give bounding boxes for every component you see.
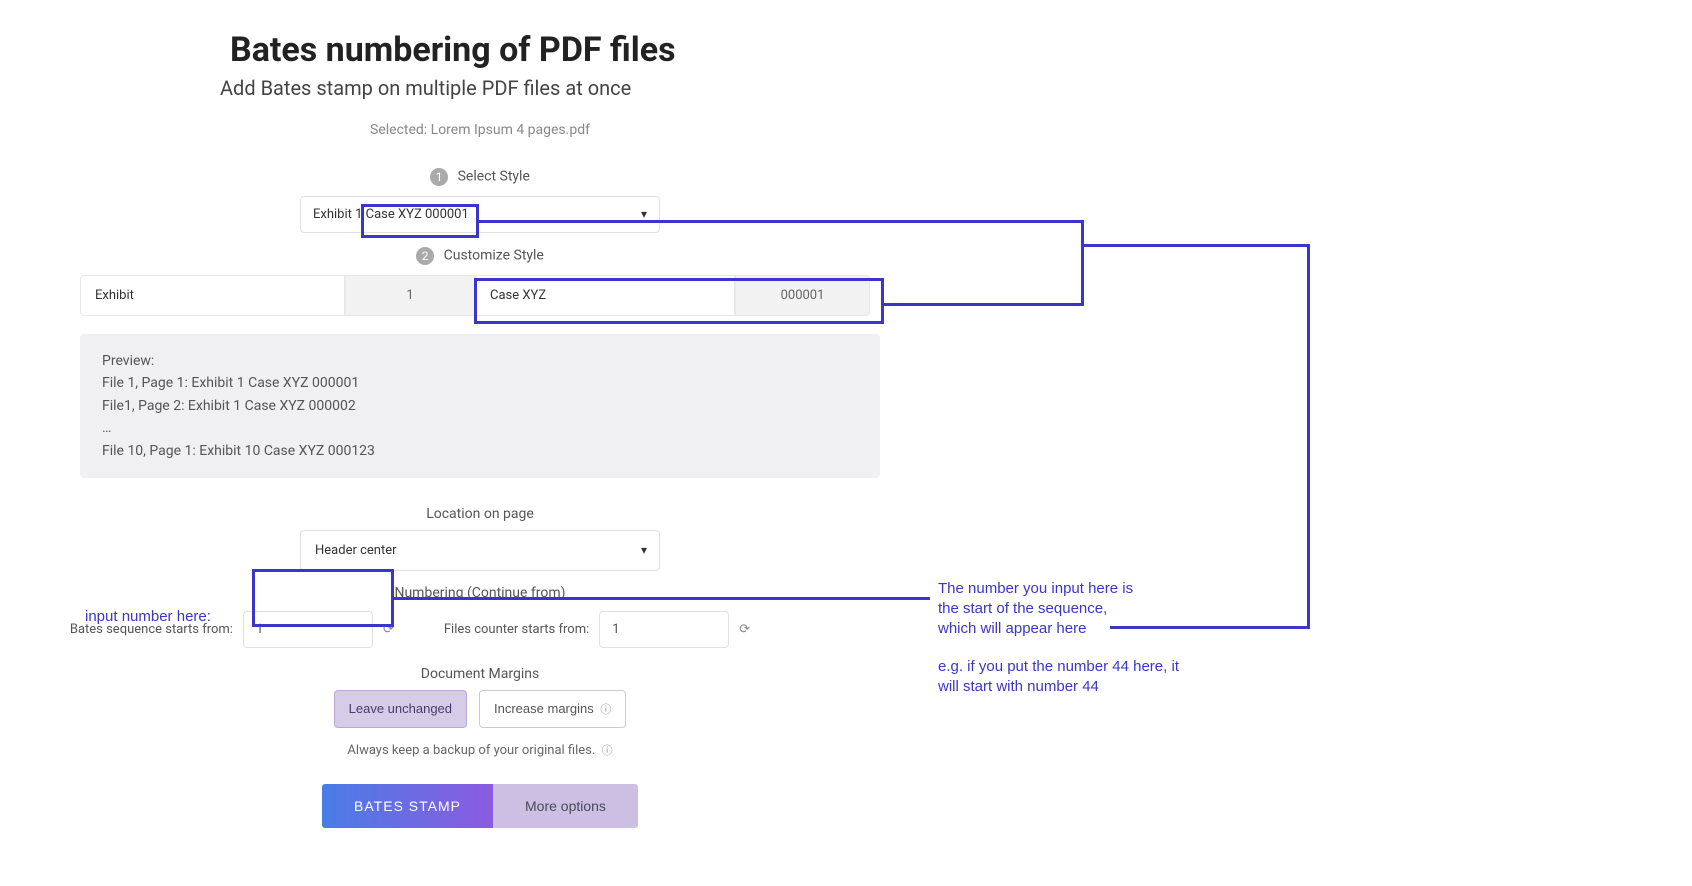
sequence-field: 000001	[735, 275, 870, 316]
style-select[interactable]: Exhibit 1 Case XYZ 000001	[300, 196, 660, 233]
style-select-value: Exhibit 1 Case XYZ 000001	[313, 207, 469, 222]
page-title: Bates numbering of PDF files	[230, 30, 880, 70]
preview-line-2: File1, Page 2: Exhibit 1 Case XYZ 000002	[102, 395, 858, 417]
location-select[interactable]: Header center	[300, 530, 660, 571]
annotation-eg-1: e.g. if you put the number 44 here, it	[938, 656, 1179, 677]
file-number-field: 1	[345, 275, 475, 316]
customize-row: Exhibit 1 Case XYZ 000001	[80, 275, 880, 316]
step-1-label: Select Style	[458, 169, 530, 185]
margins-label: Document Margins	[80, 666, 880, 682]
annotation-explain-1: The number you input here is	[938, 578, 1133, 599]
preview-line-1: File 1, Page 1: Exhibit 1 Case XYZ 00000…	[102, 372, 858, 394]
reset-files-icon[interactable]: ⟳	[739, 622, 750, 637]
files-counter-input[interactable]: 1	[599, 611, 729, 648]
preview-line-3: File 10, Page 1: Exhibit 10 Case XYZ 000…	[102, 440, 858, 462]
backup-text: Always keep a backup of your original fi…	[347, 743, 595, 758]
case-input[interactable]: Case XYZ	[475, 275, 735, 316]
step-2-label: Customize Style	[444, 248, 544, 264]
annotation-line	[394, 597, 930, 600]
step-2-header: 2 Customize Style	[80, 247, 880, 265]
page-subtitle: Add Bates stamp on multiple PDF files at…	[220, 76, 880, 100]
step-1-header: 1 Select Style	[80, 168, 880, 186]
annotation-explain-3: which will appear here	[938, 618, 1086, 639]
selected-prefix: Selected:	[370, 122, 431, 138]
location-label: Location on page	[80, 506, 880, 522]
location-value: Header center	[315, 543, 397, 558]
margins-row: Leave unchanged Increase margins ⓘ	[80, 690, 880, 728]
step-2-num: 2	[416, 247, 434, 265]
bates-seq-input[interactable]: 1	[243, 611, 373, 648]
leave-unchanged-button[interactable]: Leave unchanged	[334, 690, 467, 728]
annotation-explain-2: the start of the sequence,	[938, 598, 1107, 619]
help-icon[interactable]: ⓘ	[600, 701, 611, 717]
annotation-line	[1307, 244, 1310, 629]
help-icon[interactable]: ⓘ	[602, 742, 613, 758]
more-options-button[interactable]: More options	[493, 784, 638, 828]
preview-ellipsis: …	[102, 417, 858, 439]
reset-bates-icon[interactable]: ⟳	[383, 622, 394, 637]
backup-note: Always keep a backup of your original fi…	[80, 742, 880, 758]
selected-file-line: Selected: Lorem Ipsum 4 pages.pdf	[80, 122, 880, 138]
annotation-line	[479, 220, 1084, 223]
preview-box: Preview: File 1, Page 1: Exhibit 1 Case …	[80, 334, 880, 478]
files-counter-label: Files counter starts from:	[444, 622, 589, 637]
preview-label: Preview:	[102, 350, 858, 372]
annotation-line	[1110, 626, 1310, 629]
selected-file-name: Lorem Ipsum 4 pages.pdf	[431, 122, 590, 138]
bates-stamp-button[interactable]: BATES STAMP	[322, 784, 493, 828]
action-row: BATES STAMP More options	[80, 784, 880, 828]
annotation-line	[1081, 220, 1084, 306]
increase-margins-label: Increase margins	[494, 701, 594, 716]
prefix-input[interactable]: Exhibit	[80, 275, 345, 316]
annotation-input-label: input number here:	[85, 606, 211, 627]
annotation-line	[1084, 244, 1310, 247]
step-1-num: 1	[430, 168, 448, 186]
annotation-eg-2: will start with number 44	[938, 676, 1099, 697]
increase-margins-button[interactable]: Increase margins ⓘ	[479, 690, 626, 728]
annotation-line	[884, 303, 1084, 306]
